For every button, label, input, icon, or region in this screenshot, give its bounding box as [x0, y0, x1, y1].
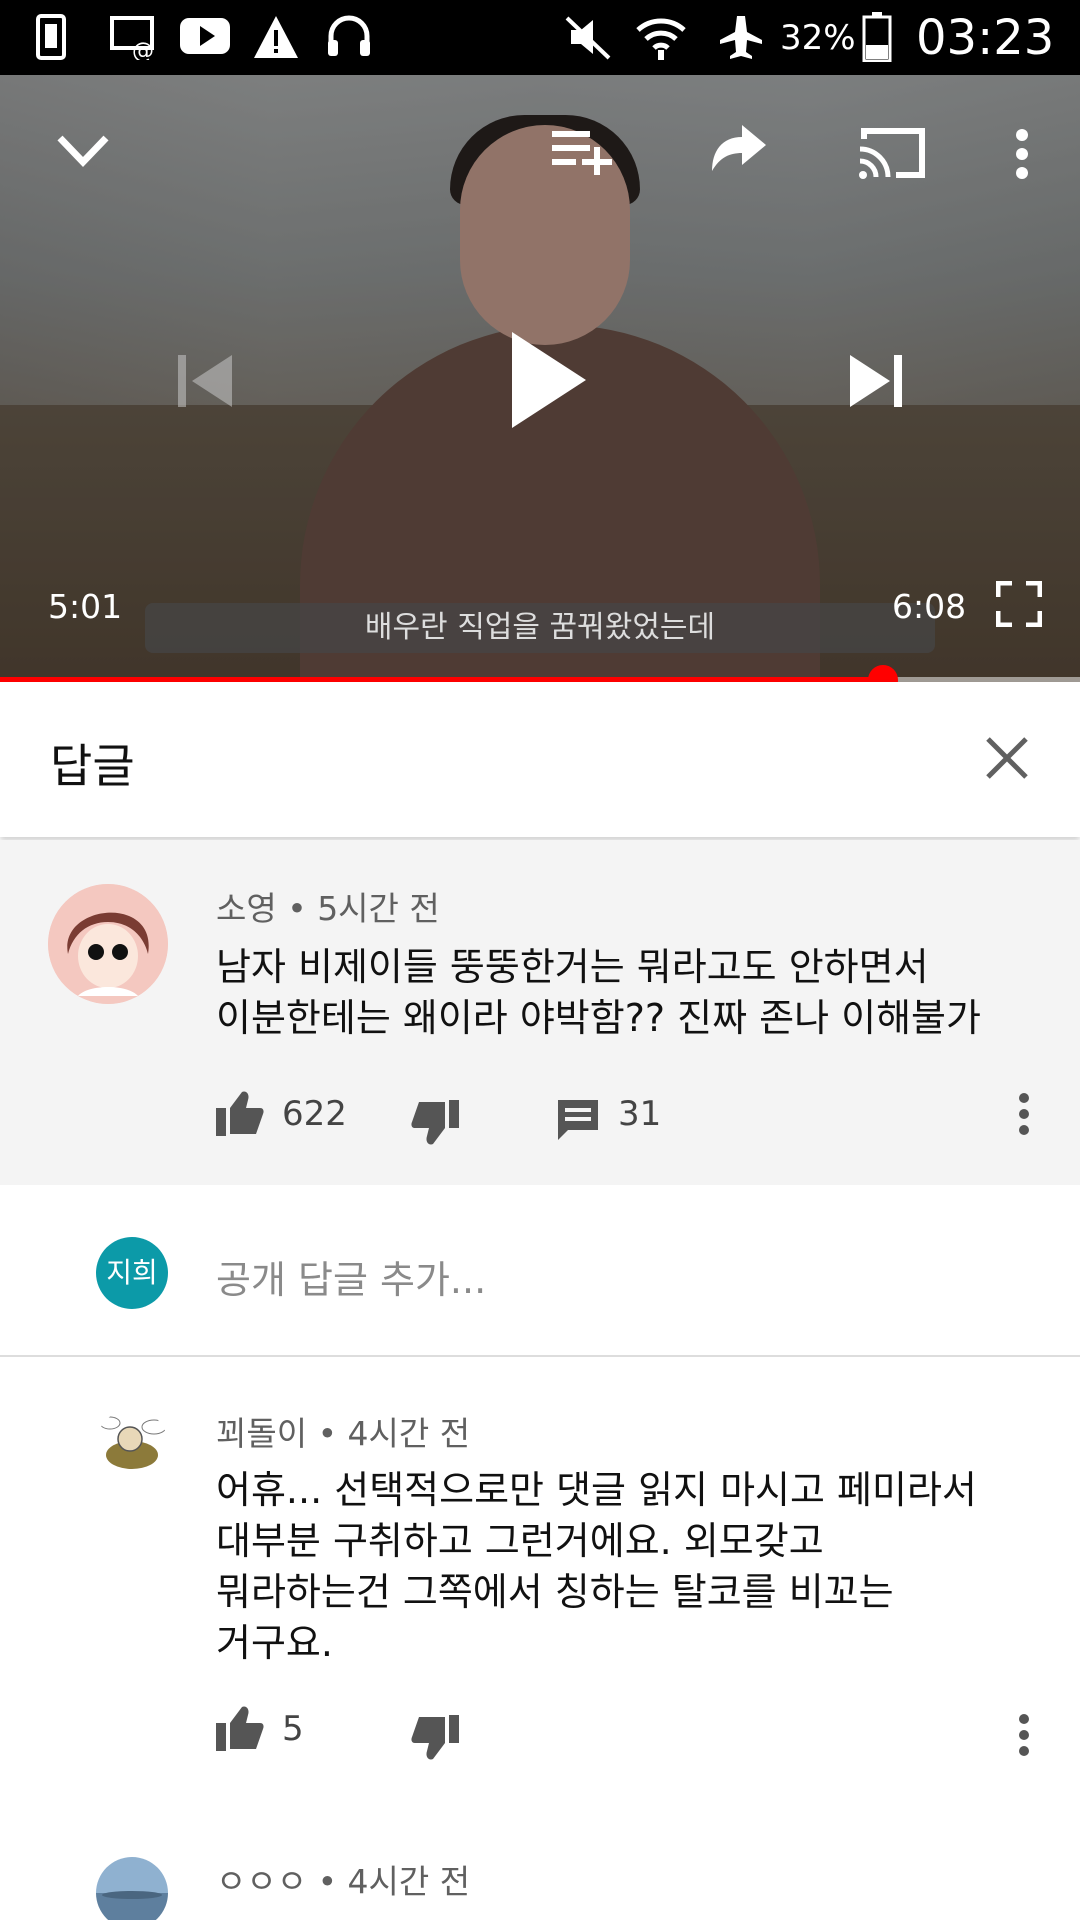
- airplane-icon: [720, 16, 762, 59]
- like-icon[interactable]: [216, 1090, 264, 1136]
- dislike-icon[interactable]: [411, 1100, 459, 1146]
- parent-comment: 소영 • 5시간 전 남자 비제이들 뚱뚱한거는 뭐라고도 안하면서 이분한테는…: [0, 840, 1080, 1185]
- caption-text: 배우란 직업을 꿈꿔왔었는데: [145, 603, 935, 653]
- mute-icon: [565, 16, 611, 60]
- comment-text: 남자 비제이들 뚱뚱한거는 뭐라고도 안하면서 이분한테는 왜이라 야박함?? …: [216, 945, 981, 1040]
- next-icon[interactable]: [848, 353, 904, 409]
- like-count: 5: [282, 1709, 304, 1749]
- youtube-icon: [180, 18, 230, 54]
- reply-item: 꾀돌이 • 4시간 전 어휴... 선택적으로만 댓글 읽지 마시고 페미라서 …: [0, 1357, 1080, 1797]
- comment-more-icon[interactable]: [1016, 1713, 1032, 1757]
- email-cast-icon: @: [110, 16, 154, 60]
- avatar[interactable]: [96, 1409, 168, 1481]
- sim-card-icon: [36, 14, 66, 60]
- headset-icon: [328, 15, 370, 56]
- comment-time: 4시간 전: [347, 1414, 471, 1453]
- comment-author[interactable]: 소영: [216, 889, 277, 928]
- status-bar: @ 32% 03:23: [0, 0, 1080, 75]
- close-icon[interactable]: [985, 736, 1029, 780]
- svg-text:@: @: [132, 39, 154, 60]
- comment-text: 어휴... 선택적으로만 댓글 읽지 마시고 페미라서 대부분 구취하고 그런거…: [216, 1468, 977, 1665]
- user-avatar: 지희: [96, 1237, 168, 1309]
- like-icon[interactable]: [216, 1705, 264, 1751]
- comment-meta: ㅇㅇㅇ • 4시간 전: [216, 1862, 471, 1901]
- fullscreen-icon[interactable]: [996, 581, 1042, 627]
- reply-icon[interactable]: [556, 1098, 600, 1142]
- comment-author[interactable]: 꾀돌이: [216, 1414, 307, 1453]
- play-icon[interactable]: [508, 330, 588, 430]
- comment-time: 4시간 전: [347, 1862, 471, 1901]
- comment-time: 5시간 전: [317, 889, 440, 928]
- comment-meta: 소영 • 5시간 전: [216, 889, 440, 928]
- dislike-icon[interactable]: [411, 1715, 459, 1761]
- replies-header: 답글: [0, 682, 1080, 837]
- battery-icon: [862, 12, 892, 62]
- warning-icon: [254, 16, 298, 58]
- reply-input[interactable]: 공개 답글 추가...: [216, 1249, 486, 1304]
- comment-actions: 5: [216, 1705, 1016, 1765]
- comment-more-icon[interactable]: [1016, 1092, 1032, 1136]
- more-vert-icon[interactable]: [1012, 127, 1032, 181]
- video-player[interactable]: 배우란 직업을 꿈꿔왔었는데 5:01 6:08: [0, 75, 1080, 682]
- replies-title: 답글: [50, 739, 135, 793]
- comment-meta: 꾀돌이 • 4시간 전: [216, 1414, 471, 1453]
- time-current: 5:01: [48, 587, 123, 626]
- collapse-icon[interactable]: [54, 130, 112, 170]
- comment-author[interactable]: ㅇㅇㅇ: [216, 1862, 307, 1901]
- avatar[interactable]: [48, 884, 168, 1004]
- share-icon[interactable]: [710, 125, 768, 175]
- reply-count: 31: [618, 1094, 662, 1134]
- clock: 03:23: [916, 10, 1055, 66]
- add-to-queue-icon[interactable]: [550, 127, 616, 175]
- wifi-icon: [636, 18, 686, 60]
- add-reply-row[interactable]: 지희 공개 답글 추가...: [0, 1185, 1080, 1357]
- previous-icon[interactable]: [178, 353, 234, 409]
- like-count: 622: [282, 1094, 347, 1134]
- comment-actions: 622 31: [216, 1090, 1016, 1150]
- avatar[interactable]: [96, 1857, 168, 1920]
- time-total: 6:08: [892, 587, 967, 626]
- cast-icon[interactable]: [858, 125, 928, 181]
- reply-item: ㅇㅇㅇ • 4시간 전: [0, 1797, 1080, 1920]
- battery-percent: 32%: [780, 18, 856, 58]
